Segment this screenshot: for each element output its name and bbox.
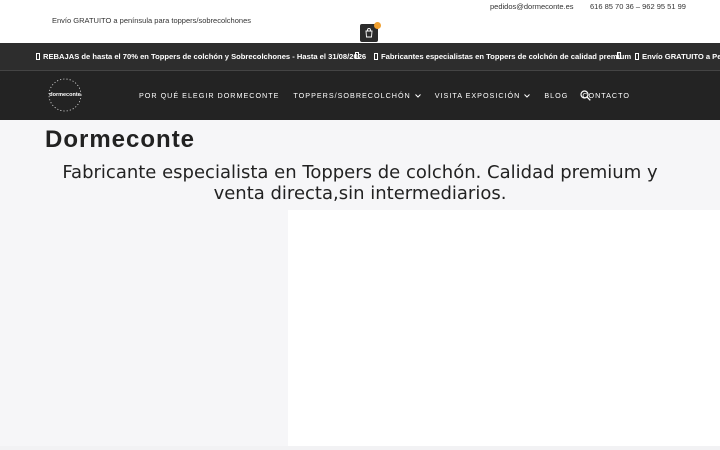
ticker-item[interactable]: Envío GRATUITO a Per — [635, 52, 720, 61]
site-logo[interactable]: dormeconte — [47, 76, 83, 114]
cart-count-badge — [374, 22, 381, 29]
content-left-panel — [0, 210, 288, 450]
shopping-bag-icon — [365, 28, 373, 38]
nav-item-toppers[interactable]: TOPPERS/SOBRECOLCHÓN — [293, 91, 421, 100]
main-navigation: dormeconte POR QUÉ ELEGIR DORMECONTE TOP… — [0, 71, 720, 120]
nav-item-blog[interactable]: BLOG — [544, 91, 568, 100]
ticker-separator-icon — [617, 52, 621, 59]
nav-item-visita-exposicion[interactable]: VISITA EXPOSICIÓN — [435, 91, 531, 100]
nav-menu: POR QUÉ ELEGIR DORMECONTE TOPPERS/SOBREC… — [139, 91, 644, 100]
contact-email-link[interactable]: pedidos@dormeconte.es — [490, 2, 574, 11]
hero-section: Dormeconte Fabricante especialista en To… — [0, 120, 720, 210]
bottom-divider — [0, 446, 720, 450]
ticker-separator-icon — [355, 52, 359, 59]
chevron-down-icon — [414, 93, 421, 98]
ticker-item[interactable]: REBAJAS de hasta el 70% en Toppers de co… — [36, 52, 366, 61]
ticker-item[interactable]: Fabricantes especialistas en Toppers de … — [374, 52, 631, 61]
ticker-bullet-icon — [374, 53, 378, 60]
cart-button[interactable] — [360, 22, 381, 42]
page-title: Dormeconte — [45, 126, 196, 153]
nav-item-por-que-elegir[interactable]: POR QUÉ ELEGIR DORMECONTE — [139, 91, 279, 100]
hero-tagline: Fabricante especialista en Toppers de co… — [62, 162, 658, 204]
contact-phones[interactable]: 616 85 70 36 – 962 95 51 99 — [590, 2, 686, 11]
shipping-notice: Envío GRATUITO a península para toppers/… — [52, 16, 251, 25]
logo-text: dormeconte — [49, 92, 81, 98]
search-icon[interactable] — [580, 90, 591, 101]
top-info-bar: Envío GRATUITO a península para toppers/… — [0, 0, 720, 43]
content-right-panel — [288, 210, 720, 446]
ticker-bullet-icon — [635, 53, 639, 60]
chevron-down-icon — [524, 93, 531, 98]
promo-ticker: REBAJAS de hasta el 70% en Toppers de co… — [0, 43, 720, 71]
ticker-bullet-icon — [36, 53, 40, 60]
